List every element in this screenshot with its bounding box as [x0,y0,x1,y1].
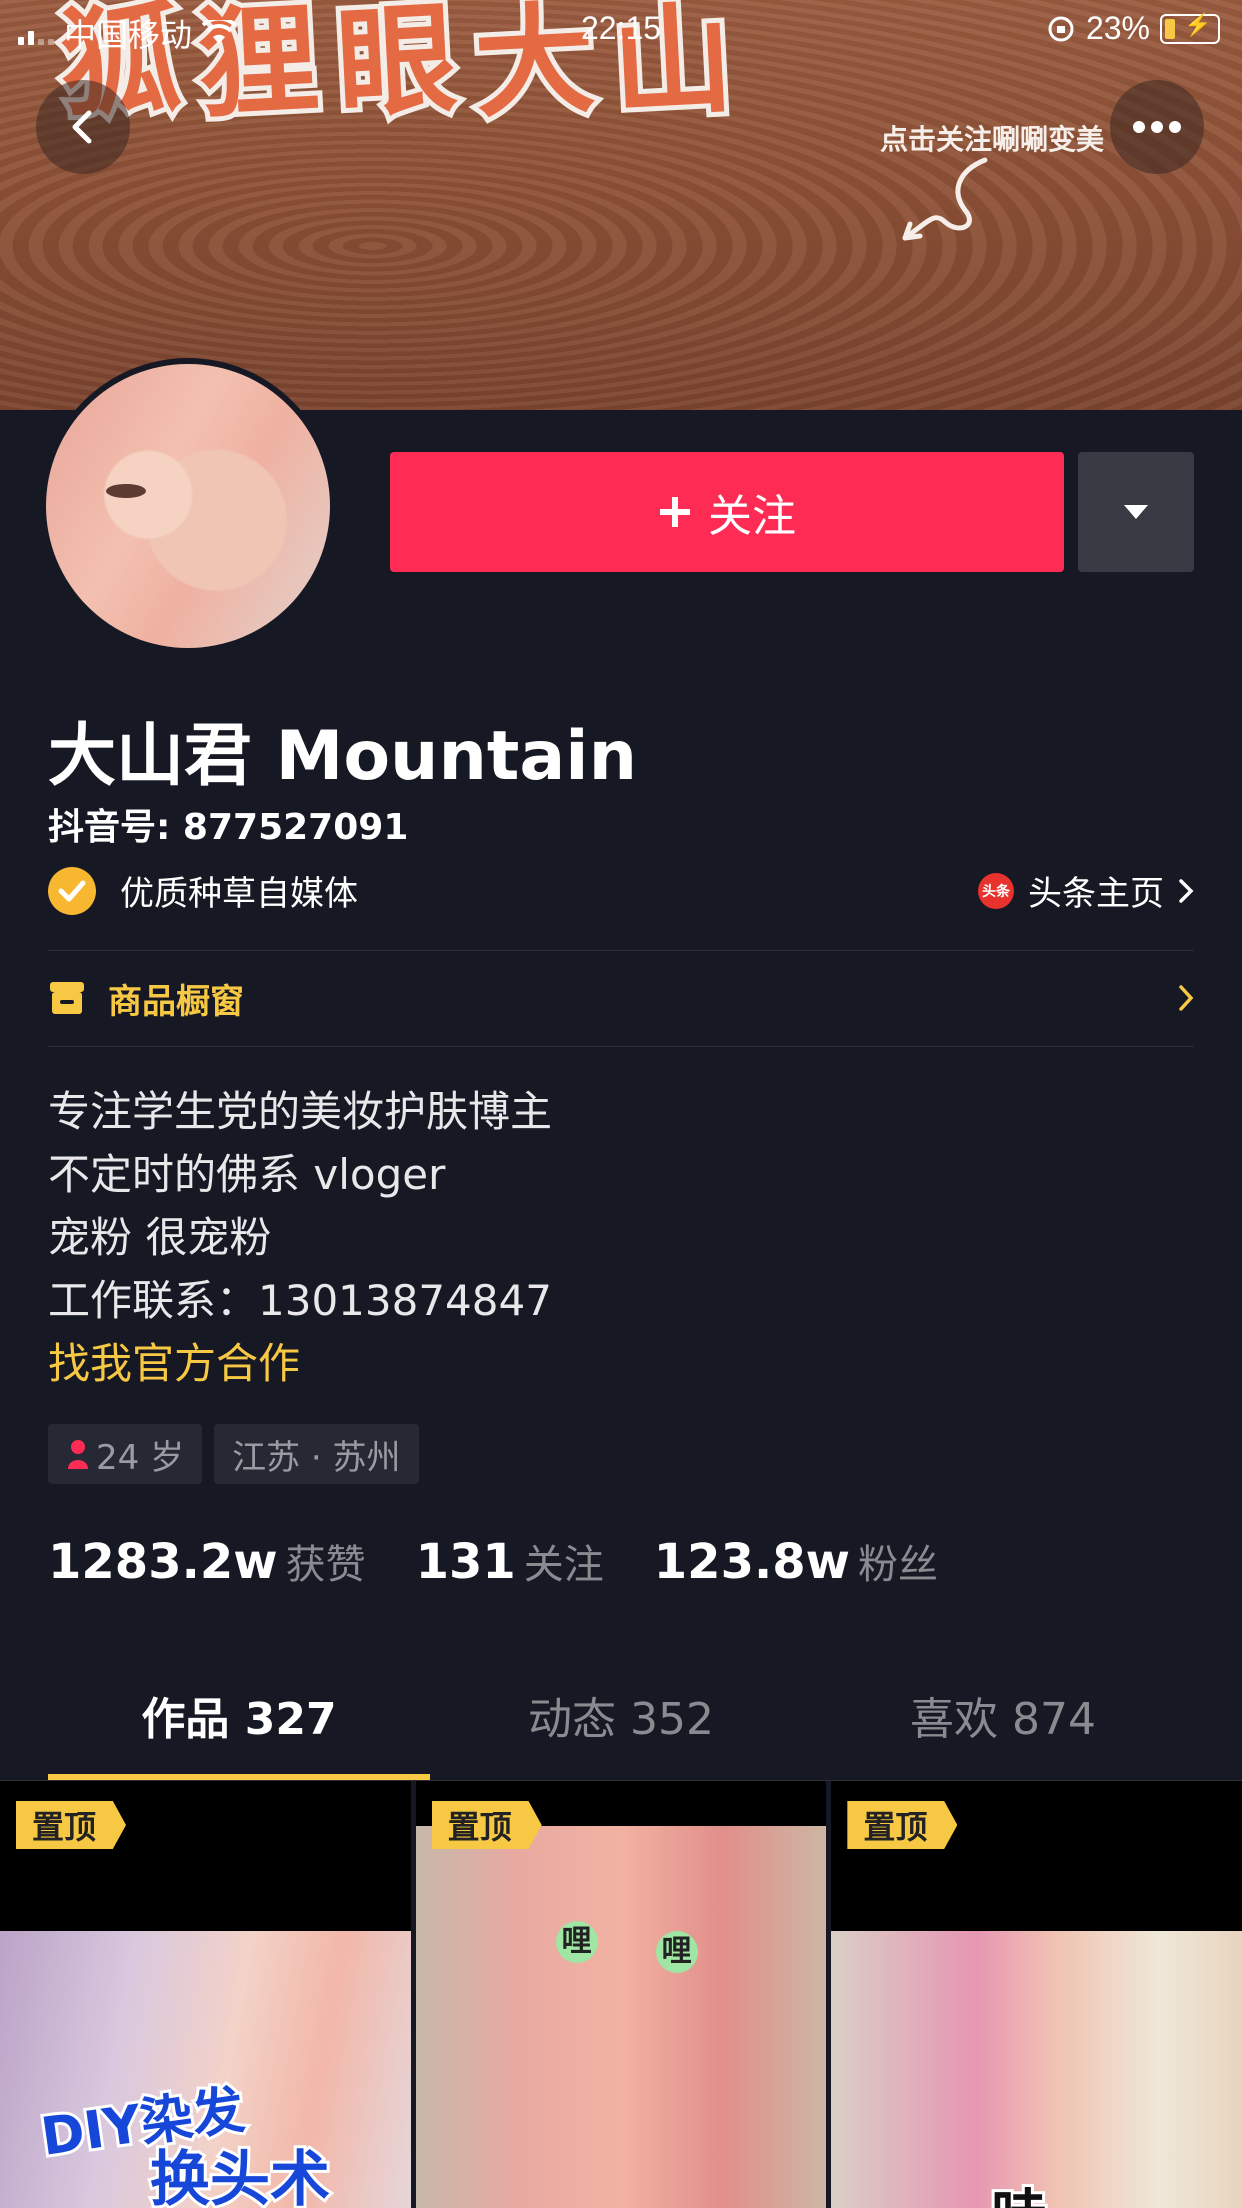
pinned-badge: 置顶 [431,1801,542,1849]
stat-value: 123.8w [653,1534,850,1590]
stat-value: 1283.2w [48,1534,278,1590]
stat-label: 获赞 [285,1542,366,1588]
divider [48,1046,1194,1047]
recommend-dropdown-button[interactable] [1078,452,1194,572]
product-showcase-row[interactable]: 商品橱窗 [48,950,1194,1046]
tab-works[interactable]: 作品 327 [48,1680,430,1780]
pinned-badge: 置顶 [16,1801,127,1849]
thumbnail-image [831,1931,1242,2208]
toutiao-logo-icon: 头条 [978,872,1014,909]
video-grid: DIY染发 换头术 置顶 哩 哩 置顶 哇 置顶 [0,1781,1242,2208]
thumbnail-caption: 换头术 [147,2142,333,2208]
location-label: 江苏 · 苏州 [232,1437,401,1478]
following-stat[interactable]: 131 关注 [416,1532,604,1590]
orientation-lock-icon [1048,16,1074,41]
profile-name: 大山君 Mountain [48,717,637,796]
avatar[interactable] [40,358,336,654]
female-icon [68,1440,88,1469]
tab-activity[interactable]: 动态 352 [430,1680,812,1780]
bio-line: 专注学生党的美妆护肤博主 [48,1087,553,1136]
bio-line: 宠粉 很宠粉 [48,1213,272,1262]
profile-banner[interactable]: 狐 狸 眼 大 山 点击关注唰唰变美 [0,0,1242,410]
followers-stat[interactable]: 123.8w 粉丝 [654,1532,938,1590]
profile-stats: 1283.2w 获赞 131 关注 123.8w 粉丝 [48,1532,938,1590]
cooperation-link[interactable]: 找我官方合作 [48,1332,552,1395]
pinned-badge: 置顶 [847,1801,958,1849]
chevron-left-icon [72,110,92,144]
shop-label: 商品橱窗 [108,981,244,1022]
check-icon [48,866,96,915]
verification-badge: 优质种草自媒体 [48,866,358,915]
thumbnail-image [415,1826,827,2208]
video-thumbnail[interactable]: 哇 置顶 [831,1781,1242,2208]
thumbnail-caption: 哇 [988,2171,1050,2208]
location-tag: 江苏 · 苏州 [214,1424,419,1484]
toutiao-homepage-link[interactable]: 头条 头条主页 [978,866,1194,915]
age-tag: 24 岁 [48,1424,203,1484]
bio-line: 工作联系：13013874847 [48,1276,552,1325]
bio: 专注学生党的美妆护肤博主 不定时的佛系 vloger 宠粉 很宠粉 工作联系：1… [48,1080,552,1395]
follow-button[interactable]: 关注 [390,452,1064,572]
chevron-right-icon [1179,985,1194,1011]
video-thumbnail[interactable]: 哩 哩 置顶 [415,1781,827,2208]
follow-label: 关注 [708,492,796,541]
video-thumbnail[interactable]: DIY染发 换头术 置顶 [0,1781,411,2208]
banner-arrow-icon [902,157,988,241]
more-dots-icon [1133,121,1181,133]
age-label: 24 岁 [96,1437,185,1478]
shop-icon [50,982,84,1014]
triangle-down-icon [1124,505,1148,519]
avatar-image [46,364,330,648]
stat-label: 粉丝 [857,1542,938,1588]
tab-likes[interactable]: 喜欢 874 [812,1680,1194,1780]
likes-stat[interactable]: 1283.2w 获赞 [48,1532,366,1590]
stat-label: 关注 [523,1542,604,1588]
verification-text: 优质种草自媒体 [120,874,358,914]
battery-icon: ⚡ [1160,12,1220,44]
thumbnail-sticker: 哩 [655,1931,698,1973]
status-bar: 中国移动 22:15 23% ⚡ [0,0,1242,60]
content-tabs: 作品 327 动态 352 喜欢 874 [48,1680,1194,1780]
profile-tags: 24 岁 江苏 · 苏州 [48,1424,419,1484]
more-button[interactable] [1110,80,1204,174]
douyin-id: 抖音号: 877527091 [48,807,409,848]
stat-value: 131 [415,1534,516,1590]
thumbnail-sticker: 哩 [555,1921,598,1963]
battery-percent: 23% [1085,10,1150,46]
back-button[interactable] [36,80,130,174]
chevron-right-icon [1179,878,1194,903]
plus-icon [660,497,690,527]
toutiao-link-label: 头条主页 [1028,874,1164,914]
bio-line: 不定时的佛系 vloger [48,1150,446,1199]
